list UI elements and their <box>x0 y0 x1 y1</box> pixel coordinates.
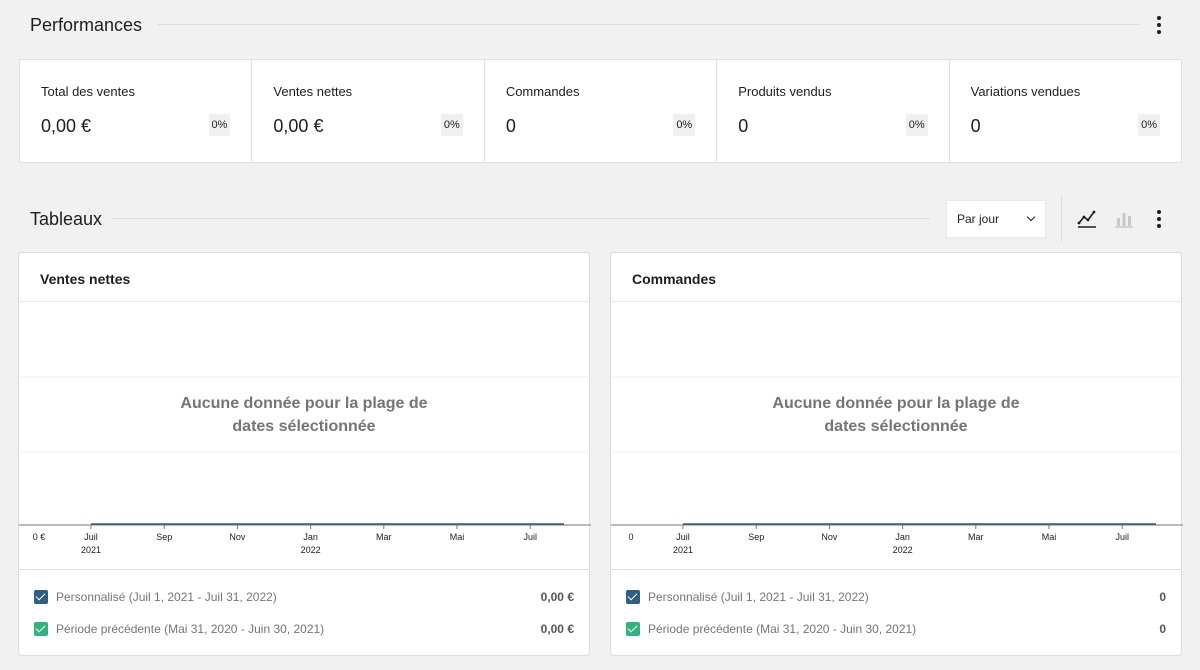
toolbar-divider <box>1061 196 1062 242</box>
checkbox-checked-icon[interactable] <box>34 622 48 636</box>
perf-card-label: Commandes <box>505 84 580 99</box>
perf-card-value: 0,00 € <box>41 116 92 136</box>
legend-label: Personnalisé (Juil 1, 2021 - Juil 31, 20… <box>56 590 277 604</box>
x-tick-label: Juil <box>676 532 690 542</box>
perf-card-delta-badge: 0% <box>208 114 231 136</box>
x-tick-label: Sep <box>156 532 172 542</box>
perf-card-label: Produits vendus <box>738 84 832 99</box>
x-tick-label: Nov <box>821 532 838 542</box>
checkbox-checked-icon[interactable] <box>626 590 640 604</box>
perf-card-products-sold[interactable]: Produits vendus 0 0% <box>717 60 950 162</box>
legend-value: 0,00 € <box>540 590 574 604</box>
checkbox-checked-icon[interactable] <box>626 622 640 636</box>
legend-label: Période précédente (Mai 31, 2020 - Juin … <box>648 622 917 636</box>
x-tick-label: Juil <box>523 532 537 542</box>
empty-state-message: Aucune donnée pour la plage de dates sél… <box>611 392 1181 438</box>
y-axis-label: 0 <box>628 532 633 542</box>
performance-rule <box>158 24 1140 25</box>
perf-card-delta-badge: 0% <box>905 114 928 136</box>
perf-card-label: Total des ventes <box>41 84 135 99</box>
performance-more-icon[interactable] <box>1149 15 1169 35</box>
x-tick-label: Mai <box>1042 532 1057 542</box>
checkbox-checked-icon[interactable] <box>34 590 48 604</box>
x-tick-label: Jan <box>895 532 910 542</box>
perf-card-value: 0 <box>505 116 516 136</box>
chevron-down-icon <box>1026 212 1036 222</box>
perf-card-delta-badge: 0% <box>440 114 463 136</box>
perf-card-net-sales[interactable]: Ventes nettes 0,00 € 0% <box>252 60 485 162</box>
legend-item-current[interactable]: Personnalisé (Juil 1, 2021 - Juil 31, 20… <box>626 587 1166 607</box>
x-tick-label: Mar <box>376 532 392 542</box>
legend-value: 0,00 € <box>540 622 574 636</box>
legend-item-previous[interactable]: Période précédente (Mai 31, 2020 - Juin … <box>34 619 574 639</box>
x-tick-year-label: 2021 <box>81 545 101 555</box>
legend-rule <box>19 569 589 570</box>
x-tick-year-label: 2022 <box>301 545 321 555</box>
perf-card-value: 0,00 € <box>273 116 324 136</box>
empty-state-line-1: Aucune donnée pour la plage de <box>180 395 428 412</box>
charts-header: Tableaux <box>30 209 102 230</box>
performance-cards: Total des ventes 0,00 € 0% Ventes nettes… <box>19 59 1182 163</box>
legend-item-previous[interactable]: Période précédente (Mai 31, 2020 - Juin … <box>626 619 1166 639</box>
perf-card-delta-badge: 0% <box>1138 114 1161 136</box>
charts-rule <box>112 218 930 219</box>
charts-more-icon[interactable] <box>1149 209 1169 229</box>
legend-value: 0 <box>1159 590 1166 604</box>
chart-title: Ventes nettes <box>40 271 131 287</box>
x-tick-year-label: 2022 <box>893 545 913 555</box>
x-tick-label: Mai <box>450 532 465 542</box>
x-tick-label: Mar <box>968 532 984 542</box>
legend-label: Personnalisé (Juil 1, 2021 - Juil 31, 20… <box>648 590 869 604</box>
performance-header: Performances <box>30 15 142 36</box>
legend-value: 0 <box>1159 622 1166 636</box>
x-tick-label: Sep <box>748 532 764 542</box>
perf-card-variations-sold[interactable]: Variations vendues 0 0% <box>950 60 1181 162</box>
empty-state-line-2: dates sélectionnée <box>824 418 968 435</box>
legend-item-current[interactable]: Personnalisé (Juil 1, 2021 - Juil 31, 20… <box>34 587 574 607</box>
empty-state-line-1: Aucune donnée pour la plage de <box>772 395 1020 412</box>
interval-select-value: Par jour <box>957 212 1000 226</box>
performance-title: Performances <box>30 15 143 35</box>
line-chart-icon[interactable] <box>1076 208 1098 230</box>
perf-card-label: Variations vendues <box>970 84 1081 99</box>
perf-card-total-sales[interactable]: Total des ventes 0,00 € 0% <box>20 60 253 162</box>
x-tick-year-label: 2021 <box>673 545 693 555</box>
interval-select[interactable]: Par jour <box>946 200 1046 238</box>
empty-state-line-2: dates sélectionnée <box>232 418 376 435</box>
x-tick-label: Jan <box>303 532 318 542</box>
x-tick-label: Juil <box>84 532 98 542</box>
perf-card-value: 0 <box>970 116 981 136</box>
empty-state-message: Aucune donnée pour la plage de dates sél… <box>19 392 589 438</box>
perf-card-value: 0 <box>738 116 749 136</box>
chart-card-net-sales: Ventes nettes 0 € Juil 2021 Sep Nov Jan 2022 Ma… <box>18 252 591 656</box>
legend-label: Période précédente (Mai 31, 2020 - Juin … <box>56 622 325 636</box>
legend-rule <box>611 569 1181 570</box>
charts-title: Tableaux <box>30 209 103 229</box>
chart-card-orders: Commandes 0 Juil 2021 Sep Nov Jan 2022 Mar Mai Ju… <box>610 252 1183 656</box>
perf-card-delta-badge: 0% <box>673 114 696 136</box>
bar-chart-icon[interactable] <box>1113 208 1135 230</box>
chart-title: Commandes <box>632 271 717 287</box>
perf-card-label: Ventes nettes <box>273 84 353 99</box>
x-tick-label: Nov <box>229 532 246 542</box>
perf-card-orders[interactable]: Commandes 0 0% <box>485 60 718 162</box>
y-axis-label: 0 € <box>33 532 46 542</box>
x-tick-label: Juil <box>1115 532 1129 542</box>
